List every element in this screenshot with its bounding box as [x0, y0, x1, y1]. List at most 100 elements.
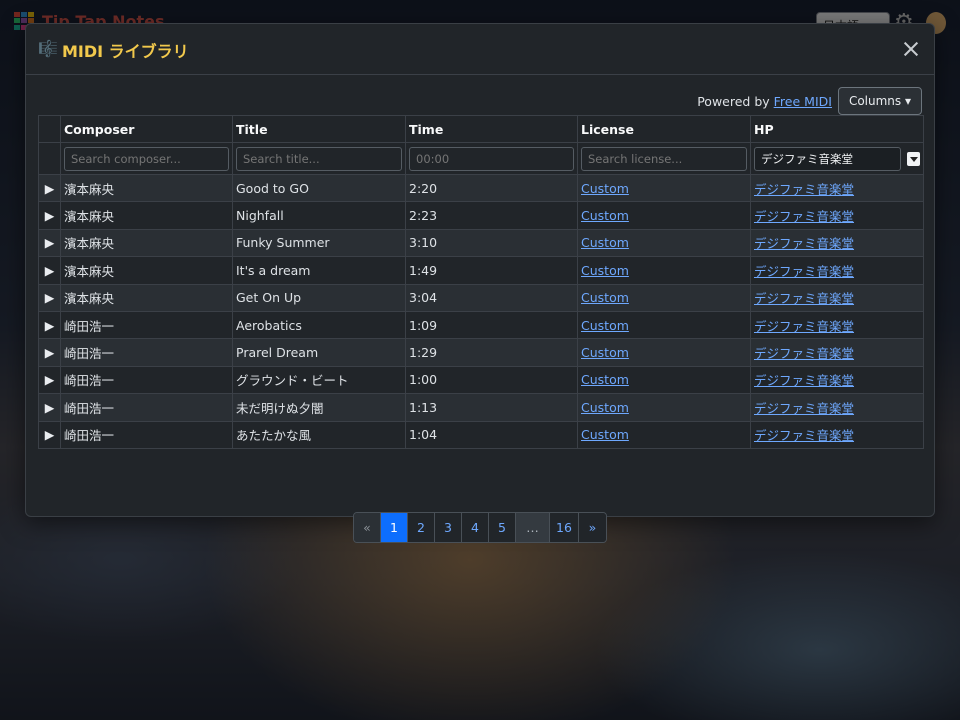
- hp-link[interactable]: デジファミ音楽堂: [754, 373, 854, 388]
- table-row[interactable]: ▶ 崎田浩一 未だ明けぬ夕闇 1:13 Custom デジファミ音楽堂: [38, 393, 924, 422]
- cell-hp: デジファミ音楽堂: [750, 173, 924, 203]
- expand-row-icon[interactable]: ▶: [38, 338, 61, 367]
- hp-link[interactable]: デジファミ音楽堂: [754, 428, 854, 443]
- powered-by-prefix: Powered by: [697, 93, 774, 109]
- cell-composer: 濱本麻央: [60, 283, 233, 312]
- cell-time: 1:49: [405, 256, 578, 285]
- page-button-16[interactable]: 16: [550, 513, 579, 542]
- filter-row: [38, 142, 924, 175]
- expand-row-icon[interactable]: ▶: [38, 228, 61, 258]
- page-button-4[interactable]: 4: [462, 513, 489, 542]
- cell-hp: デジファミ音楽堂: [750, 201, 924, 230]
- hp-link[interactable]: デジファミ音楽堂: [754, 291, 854, 306]
- cell-hp: デジファミ音楽堂: [750, 283, 924, 312]
- cell-license: Custom: [577, 256, 751, 285]
- license-link[interactable]: Custom: [581, 263, 629, 278]
- hp-filter: [754, 146, 920, 171]
- cell-composer: 崎田浩一: [60, 393, 233, 422]
- cell-time: 1:13: [405, 393, 578, 422]
- columns-button[interactable]: Columns ▾: [837, 87, 922, 115]
- free-midi-link[interactable]: Free MIDI: [774, 94, 832, 109]
- table-row[interactable]: ▶ 崎田浩一 グラウンド・ビート 1:00 Custom デジファミ音楽堂: [38, 365, 924, 395]
- license-link[interactable]: Custom: [581, 372, 629, 387]
- table-row[interactable]: ▶ 濱本麻央 Get On Up 3:04 Custom デジファミ音楽堂: [38, 283, 924, 312]
- cell-hp: デジファミ音楽堂: [750, 256, 924, 285]
- cell-composer: 濱本麻央: [60, 173, 233, 203]
- time-search-input[interactable]: [409, 146, 574, 171]
- license-link[interactable]: Custom: [581, 345, 629, 360]
- license-search-input[interactable]: [581, 146, 747, 171]
- cell-license: Custom: [577, 393, 751, 422]
- table-row[interactable]: ▶ 濱本麻央 Good to GO 2:20 Custom デジファミ音楽堂: [38, 173, 924, 203]
- expand-row-icon[interactable]: ▶: [38, 256, 61, 285]
- expand-row-icon[interactable]: ▶: [38, 310, 61, 340]
- table-row[interactable]: ▶ 濱本麻央 Nighfall 2:23 Custom デジファミ音楽堂: [38, 201, 924, 230]
- expand-row-icon[interactable]: ▶: [38, 173, 61, 203]
- license-link[interactable]: Custom: [581, 181, 629, 196]
- table-body: ▶ 濱本麻央 Good to GO 2:20 Custom デジファミ音楽堂 ▶ 濱本麻央 Ni…: [38, 173, 924, 449]
- prev-page-button[interactable]: «: [354, 513, 381, 542]
- cell-time: 3:10: [405, 228, 578, 258]
- header-hp[interactable]: HP: [750, 115, 924, 143]
- hp-link[interactable]: デジファミ音楽堂: [754, 319, 854, 334]
- page-button-1[interactable]: 1: [381, 513, 408, 542]
- music-score-icon: 🎼: [38, 39, 58, 58]
- cell-time: 1:09: [405, 310, 578, 340]
- expand-row-icon[interactable]: ▶: [38, 393, 61, 422]
- page-button-3[interactable]: 3: [435, 513, 462, 542]
- cell-license: Custom: [577, 310, 751, 340]
- hp-link[interactable]: デジファミ音楽堂: [754, 264, 854, 279]
- license-link[interactable]: Custom: [581, 400, 629, 415]
- expand-row-icon[interactable]: ▶: [38, 283, 61, 312]
- cell-composer: 崎田浩一: [60, 420, 233, 449]
- license-link[interactable]: Custom: [581, 235, 629, 250]
- hp-link[interactable]: デジファミ音楽堂: [754, 401, 854, 416]
- table-row[interactable]: ▶ 崎田浩一 Prarel Dream 1:29 Custom デジファミ音楽堂: [38, 338, 924, 367]
- header-title[interactable]: Title: [232, 115, 406, 143]
- cell-license: Custom: [577, 338, 751, 367]
- cell-time: 1:00: [405, 365, 578, 395]
- cell-title: 未だ明けぬ夕闇: [232, 393, 406, 422]
- table-row[interactable]: ▶ 崎田浩一 あたたかな風 1:04 Custom デジファミ音楽堂: [38, 420, 924, 449]
- filter-expander-cell: [38, 142, 61, 175]
- cell-composer: 濱本麻央: [60, 256, 233, 285]
- table-row[interactable]: ▶ 濱本麻央 Funky Summer 3:10 Custom デジファミ音楽堂: [38, 228, 924, 258]
- cell-composer: 崎田浩一: [60, 365, 233, 395]
- hp-link[interactable]: デジファミ音楽堂: [754, 182, 854, 197]
- cell-license: Custom: [577, 173, 751, 203]
- hp-link[interactable]: デジファミ音楽堂: [754, 346, 854, 361]
- next-page-button[interactable]: »: [578, 513, 606, 542]
- composer-search-input[interactable]: [64, 146, 229, 171]
- hp-link[interactable]: デジファミ音楽堂: [754, 236, 854, 251]
- header-composer[interactable]: Composer: [60, 115, 233, 143]
- cell-hp: デジファミ音楽堂: [750, 310, 924, 340]
- table-row[interactable]: ▶ 崎田浩一 Aerobatics 1:09 Custom デジファミ音楽堂: [38, 310, 924, 340]
- cell-title: Aerobatics: [232, 310, 406, 340]
- expand-row-icon[interactable]: ▶: [38, 365, 61, 395]
- cell-title: Good to GO: [232, 173, 406, 203]
- page-button-2[interactable]: 2: [408, 513, 435, 542]
- table-row[interactable]: ▶ 濱本麻央 It's a dream 1:49 Custom デジファミ音楽堂: [38, 256, 924, 285]
- cell-composer: 濱本麻央: [60, 228, 233, 258]
- caret-down-icon[interactable]: [907, 151, 920, 166]
- cell-title: グラウンド・ビート: [232, 365, 406, 395]
- close-button[interactable]: [900, 38, 922, 60]
- title-search-input[interactable]: [236, 146, 402, 171]
- expand-row-icon[interactable]: ▶: [38, 420, 61, 449]
- expand-row-icon[interactable]: ▶: [38, 201, 61, 230]
- powered-by-text: Powered by Free MIDI: [697, 94, 832, 109]
- header-license[interactable]: License: [577, 115, 751, 143]
- pagination-ellipsis: …: [516, 513, 550, 542]
- license-link[interactable]: Custom: [581, 208, 629, 223]
- license-link[interactable]: Custom: [581, 290, 629, 305]
- page-button-5[interactable]: 5: [489, 513, 516, 542]
- hp-link[interactable]: デジファミ音楽堂: [754, 209, 854, 224]
- cell-time: 2:20: [405, 173, 578, 203]
- license-link[interactable]: Custom: [581, 427, 629, 442]
- cell-license: Custom: [577, 201, 751, 230]
- header-time[interactable]: Time: [405, 115, 578, 143]
- cell-time: 1:29: [405, 338, 578, 367]
- midi-library-modal: 🎼 MIDI ライブラリ Powered by Free MIDI Column…: [25, 23, 935, 543]
- license-link[interactable]: Custom: [581, 318, 629, 333]
- hp-filter-input[interactable]: [754, 146, 901, 171]
